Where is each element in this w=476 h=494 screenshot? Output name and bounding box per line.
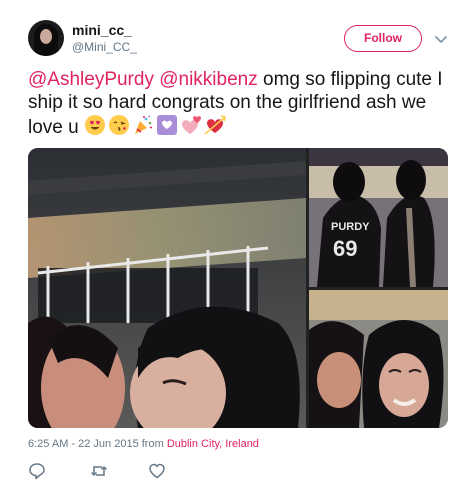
- tweet-location-link[interactable]: Dublin City, Ireland: [167, 438, 259, 450]
- mention-link[interactable]: @nikkibenz: [159, 69, 258, 90]
- face-blowing-a-kiss-icon: [108, 115, 129, 135]
- tweet-actions: [28, 462, 228, 482]
- tweet-time[interactable]: 6:25 AM - 22 Jun 2015: [28, 438, 139, 450]
- reply-icon[interactable]: [28, 462, 46, 480]
- display-name[interactable]: mini_cc_: [72, 22, 132, 38]
- revolving-hearts-icon: [181, 116, 201, 134]
- mention-link[interactable]: @AshleyPurdy: [28, 69, 154, 90]
- avatar[interactable]: [28, 20, 64, 56]
- jersey-number-text: 69: [333, 236, 357, 261]
- retweet-icon[interactable]: [90, 462, 108, 480]
- jersey-name-text: PURDY: [331, 221, 370, 233]
- from-label: from: [138, 438, 167, 450]
- user-handle[interactable]: @Mini_CC_: [72, 40, 137, 54]
- photo-jersey-back[interactable]: PURDY 69: [309, 148, 448, 287]
- tweet-header: mini_cc_ @Mini_CC_ Follow: [28, 20, 458, 60]
- tweet-card: mini_cc_ @Mini_CC_ Follow @AshleyPurdy @…: [0, 0, 476, 494]
- chevron-down-icon[interactable]: [434, 32, 448, 46]
- party-popper-icon: [134, 115, 153, 134]
- heart-with-arrow-icon: [204, 115, 226, 135]
- follow-button[interactable]: Follow: [344, 25, 422, 52]
- emoji-row: [84, 114, 226, 136]
- heart-decoration-icon: [156, 115, 177, 135]
- tweet-media-grid[interactable]: PURDY 69: [28, 148, 448, 428]
- tweet-timestamp: 6:25 AM - 22 Jun 2015 from Dublin City, …: [28, 438, 259, 450]
- photo-selfie-stadium[interactable]: [28, 148, 306, 428]
- tweet-text: @AshleyPurdy @nikkibenz omg so flipping …: [28, 68, 448, 139]
- heart-icon[interactable]: [148, 462, 166, 480]
- smiling-face-with-heart-eyes-icon: [84, 115, 105, 135]
- photo-selfie-smile[interactable]: [309, 290, 448, 428]
